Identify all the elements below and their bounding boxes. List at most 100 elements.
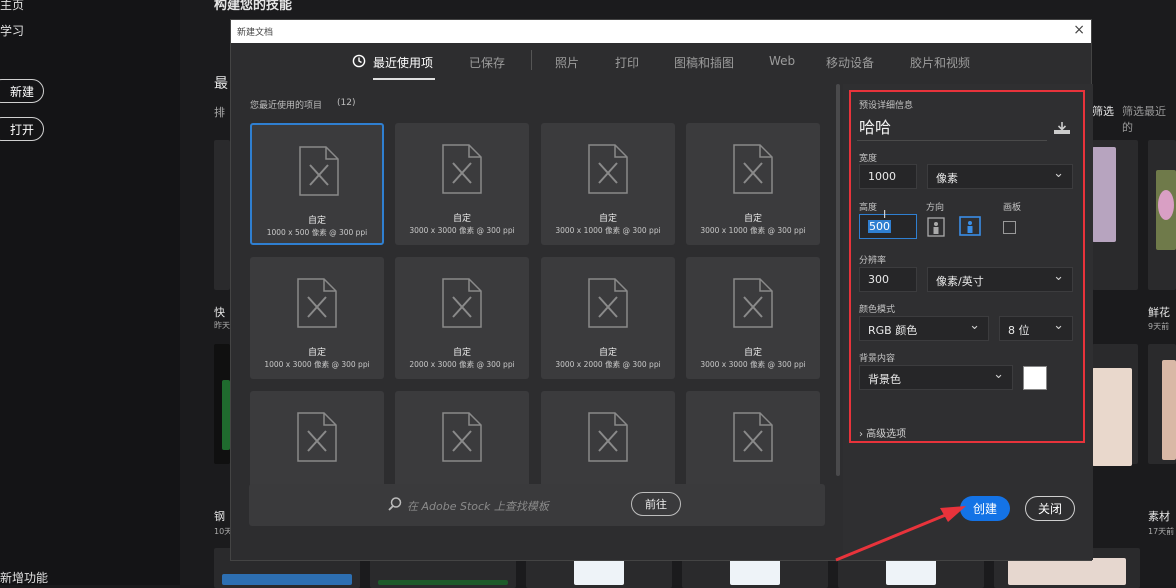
background-contents-select[interactable]: 背景色 <box>859 365 1013 390</box>
new-button[interactable]: 新建 <box>0 79 44 103</box>
tab-photo[interactable]: 照片 <box>555 54 579 71</box>
document-pencil-icon <box>441 411 483 463</box>
close-icon[interactable]: × <box>1073 22 1085 38</box>
preset-name-field[interactable]: 哈哈 <box>859 114 891 138</box>
bg-item-time: 17天前 <box>1148 526 1174 537</box>
create-button[interactable]: 创建 <box>960 496 1010 521</box>
tab-mobile[interactable]: 移动设备 <box>826 54 874 71</box>
document-pencil-icon <box>441 277 483 329</box>
artboard-checkbox[interactable] <box>1003 221 1016 234</box>
recent-items-label: 您最近使用的项目 <box>250 98 322 111</box>
dialog-titlebar: 新建文档 × <box>231 20 1091 43</box>
tab-separator <box>531 50 532 70</box>
width-unit-select[interactable]: 像素 <box>927 164 1073 189</box>
preset-card-name: 自定 <box>252 213 382 226</box>
bg-thumb-image <box>1008 558 1126 585</box>
stock-go-button[interactable]: 前往 <box>631 492 681 516</box>
preset-card[interactable]: 自定3000 x 3000 像素 @ 300 ppi <box>395 123 529 245</box>
stock-search-bar: 在 Adobe Stock 上查找模板 前往 <box>249 484 825 526</box>
bg-item-time: 9天前 <box>1148 321 1169 332</box>
document-pencil-icon <box>732 411 774 463</box>
recent-items-count: (12) <box>337 98 355 108</box>
tab-art-illustration[interactable]: 图稿和插图 <box>674 54 734 71</box>
resolution-input[interactable]: 300 <box>859 267 917 292</box>
preset-card-spec: 3000 x 1000 像素 @ 300 ppi <box>541 225 675 236</box>
active-tab-indicator <box>373 78 435 80</box>
document-pencil-icon <box>296 277 338 329</box>
tab-web[interactable]: Web <box>769 54 795 68</box>
preset-card[interactable]: 自定2000 x 3000 像素 @ 300 ppi <box>395 257 529 379</box>
recent-header-partial: 最 <box>214 73 228 93</box>
tab-film-video[interactable]: 胶片和视频 <box>910 54 970 71</box>
width-input[interactable]: 1000 <box>859 164 917 189</box>
nav-whats-new[interactable]: 新增功能 <box>0 569 48 586</box>
resolution-unit-select[interactable]: 像素/英寸 <box>927 267 1073 292</box>
bg-item-title: 鲜花 <box>1148 304 1170 320</box>
left-nav: 主页 学习 新建 打开 新增功能 <box>0 0 180 585</box>
skills-header: 构建您的技能 <box>214 0 292 13</box>
preset-scrollbar[interactable] <box>836 84 840 476</box>
sort-partial: 排 <box>214 104 225 120</box>
preset-card[interactable]: 自定3000 x 3000 像素 @ 300 ppi <box>686 257 820 379</box>
preset-card-name: 自定 <box>541 211 675 224</box>
height-value-selected: 500 <box>868 220 891 233</box>
tab-recent[interactable]: 最近使用项 <box>373 54 433 71</box>
bg-thumb-image <box>1092 147 1116 242</box>
document-pencil-icon <box>296 411 338 463</box>
tab-saved[interactable]: 已保存 <box>469 54 505 71</box>
resolution-label: 分辨率 <box>859 253 886 266</box>
text-cursor-icon: I <box>883 208 886 221</box>
document-pencil-icon <box>298 145 340 197</box>
preset-card-name: 自定 <box>541 345 675 358</box>
preset-card[interactable]: 自定1000 x 500 像素 @ 300 ppi <box>250 123 384 245</box>
orientation-label: 方向 <box>926 200 944 213</box>
background-contents-label: 背景内容 <box>859 351 895 364</box>
preset-card[interactable]: 自定3000 x 1000 像素 @ 300 ppi <box>541 123 675 245</box>
document-pencil-icon <box>441 143 483 195</box>
preset-card-spec: 3000 x 2000 像素 @ 300 ppi <box>541 359 675 370</box>
height-input[interactable]: 500 <box>859 214 917 239</box>
close-button[interactable]: 关闭 <box>1025 496 1075 521</box>
preset-card-name: 自定 <box>395 211 529 224</box>
save-preset-icon[interactable] <box>1053 120 1069 134</box>
advanced-options-label: 高级选项 <box>866 429 906 440</box>
preset-card-name: 自定 <box>686 345 820 358</box>
nav-home[interactable]: 主页 <box>0 0 24 13</box>
preset-card-spec: 1000 x 3000 像素 @ 300 ppi <box>250 359 384 370</box>
background-color-swatch[interactable] <box>1023 366 1047 390</box>
document-pencil-icon <box>732 143 774 195</box>
artboard-label: 画板 <box>1003 200 1021 213</box>
bit-depth-select[interactable]: 8 位 <box>999 316 1073 341</box>
color-mode-select[interactable]: RGB 颜色 <box>859 316 989 341</box>
clock-icon <box>352 53 366 67</box>
search-icon <box>387 496 403 512</box>
open-button[interactable]: 打开 <box>0 117 44 141</box>
preset-details-panel: 预设详细信息 哈哈 宽度 1000 像素 高度 500 I 方向 画板 分辨率 … <box>843 84 1093 560</box>
height-label: 高度 <box>859 200 877 213</box>
preset-card-spec: 1000 x 500 像素 @ 300 ppi <box>252 227 382 238</box>
bg-item-title: 快 <box>214 304 225 320</box>
category-tabs: 最近使用项 已保存 照片 打印 图稿和插图 Web 移动设备 胶片和视频 <box>231 43 1091 81</box>
preset-card[interactable]: 自定1000 x 3000 像素 @ 300 ppi <box>250 257 384 379</box>
landscape-orientation-icon[interactable] <box>959 216 981 236</box>
chevron-right-icon: › <box>859 429 863 440</box>
stock-search-input[interactable]: 在 Adobe Stock 上查找模板 <box>407 498 549 514</box>
document-pencil-icon <box>587 411 629 463</box>
preset-card-spec: 3000 x 3000 像素 @ 300 ppi <box>395 225 529 236</box>
document-pencil-icon <box>732 277 774 329</box>
tab-print[interactable]: 打印 <box>615 54 639 71</box>
preset-card[interactable]: 自定3000 x 1000 像素 @ 300 ppi <box>686 123 820 245</box>
bg-thumb-image <box>222 574 352 585</box>
preset-card-spec: 3000 x 1000 像素 @ 300 ppi <box>686 225 820 236</box>
nav-learn[interactable]: 学习 <box>0 22 24 39</box>
filter-input[interactable]: 筛选最近的 <box>1122 103 1176 135</box>
preset-card-spec: 3000 x 3000 像素 @ 300 ppi <box>686 359 820 370</box>
portrait-orientation-icon[interactable] <box>927 217 945 237</box>
bg-thumb-card[interactable] <box>214 140 230 290</box>
bg-thumb-image <box>222 380 230 450</box>
advanced-options-toggle[interactable]: › 高级选项 <box>859 425 906 440</box>
bg-item-title: 钢 <box>214 508 225 524</box>
preset-card[interactable]: 自定3000 x 2000 像素 @ 300 ppi <box>541 257 675 379</box>
width-label: 宽度 <box>859 151 877 164</box>
bg-item-title: 素材 <box>1148 508 1170 524</box>
